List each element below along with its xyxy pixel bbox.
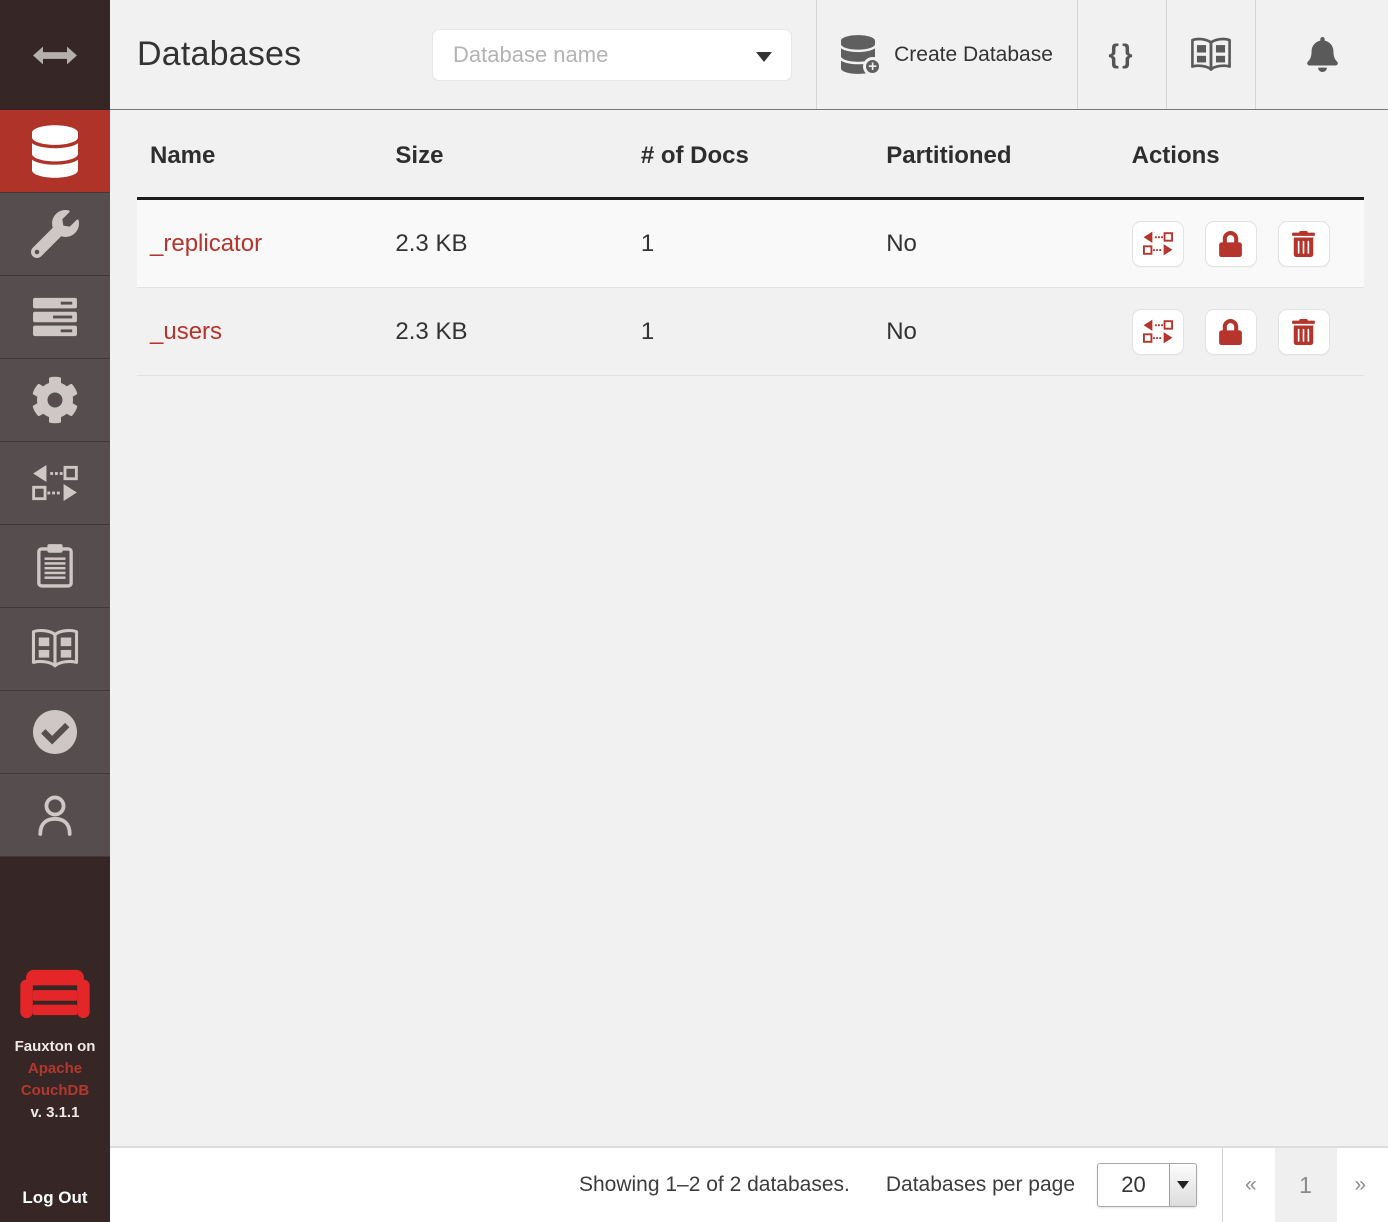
column-header-actions: Actions — [1119, 142, 1364, 170]
branding-version: v. 3.1.1 — [15, 1102, 96, 1124]
bell-icon — [1307, 37, 1338, 72]
create-database-button[interactable]: + Create Database — [816, 0, 1077, 109]
replication-icon — [1143, 319, 1173, 344]
documentation-button[interactable] — [1166, 0, 1255, 109]
servers-icon — [32, 296, 78, 338]
check-circle-icon — [32, 709, 78, 755]
pagination-next-button[interactable]: » — [1354, 1173, 1366, 1197]
sidebar-item-configuration[interactable] — [0, 359, 110, 442]
footer-bar: Showing 1–2 of 2 databases. Databases pe… — [110, 1146, 1388, 1222]
column-header-size: Size — [382, 142, 627, 170]
docs-cell: 1 — [628, 230, 873, 258]
gear-icon — [31, 376, 79, 424]
delete-database-button[interactable] — [1278, 309, 1330, 355]
replication-icon — [1143, 231, 1173, 256]
sidebar-footer: Fauxton on Apache CouchDB v. 3.1.1 Log O… — [0, 968, 110, 1222]
sidebar-collapse-toggle[interactable] — [0, 0, 110, 110]
docs-cell: 1 — [628, 318, 873, 346]
api-url-button[interactable]: {} — [1077, 0, 1166, 109]
replicate-database-button[interactable] — [1132, 309, 1184, 355]
set-permissions-button[interactable] — [1205, 221, 1257, 267]
column-header-name: Name — [137, 142, 382, 170]
select-dropdown-button[interactable] — [1169, 1164, 1196, 1206]
fauxton-app: Fauxton on Apache CouchDB v. 3.1.1 Log O… — [0, 0, 1388, 1222]
per-page-select[interactable]: 20 — [1097, 1163, 1197, 1207]
trash-icon — [1292, 319, 1315, 345]
couchdb-logo-icon[interactable] — [18, 968, 92, 1020]
logout-button[interactable]: Log Out — [22, 1188, 87, 1208]
open-book-icon — [1189, 36, 1233, 74]
branding-line: Apache — [15, 1058, 96, 1080]
table-row: _users 2.3 KB 1 No — [137, 288, 1364, 376]
sidebar-item-verify[interactable] — [0, 691, 110, 774]
partitioned-cell: No — [873, 318, 1118, 346]
partitioned-cell: No — [873, 230, 1118, 258]
lock-icon — [1219, 231, 1242, 257]
database-icon — [32, 125, 78, 178]
databases-table: Name Size # of Docs Partitioned Actions … — [137, 114, 1364, 376]
database-plus-icon: + — [841, 35, 879, 75]
sidebar-item-activetasks[interactable] — [0, 276, 110, 359]
caret-down-icon — [1177, 1181, 1189, 1189]
database-link[interactable]: _replicator — [150, 230, 262, 257]
wrench-icon — [31, 210, 79, 258]
sidebar-branding: Fauxton on Apache CouchDB v. 3.1.1 — [15, 1036, 96, 1124]
sidebar: Fauxton on Apache CouchDB v. 3.1.1 Log O… — [0, 0, 110, 1222]
caret-down-icon — [756, 52, 772, 62]
set-permissions-button[interactable] — [1205, 309, 1257, 355]
topbar-actions: + Create Database {} — [816, 0, 1388, 109]
column-header-docs: # of Docs — [628, 142, 873, 170]
size-cell: 2.3 KB — [382, 318, 627, 346]
notifications-button[interactable] — [1255, 0, 1388, 109]
sidebar-item-account[interactable] — [0, 774, 110, 857]
branding-line: CouchDB — [15, 1080, 96, 1102]
person-icon — [36, 793, 74, 837]
topbar: Databases + Create Database {} — [110, 0, 1388, 110]
json-braces-icon: {} — [1108, 39, 1135, 70]
replicate-database-button[interactable] — [1132, 221, 1184, 267]
table-header-row: Name Size # of Docs Partitioned Actions — [137, 114, 1364, 200]
trash-icon — [1292, 231, 1315, 257]
create-database-label: Create Database — [894, 43, 1053, 67]
per-page-value: 20 — [1098, 1164, 1169, 1206]
page-title: Databases — [137, 35, 432, 74]
column-header-partitioned: Partitioned — [873, 142, 1118, 170]
pagination: « 1 » — [1223, 1148, 1388, 1222]
sidebar-item-setup[interactable] — [0, 193, 110, 276]
database-search-combobox[interactable] — [432, 29, 792, 81]
replication-icon — [32, 464, 78, 502]
sidebar-item-databases[interactable] — [0, 110, 110, 193]
open-book-icon — [30, 627, 80, 671]
per-page-label: Databases per page — [886, 1173, 1075, 1197]
branding-line: Fauxton on — [15, 1036, 96, 1058]
table-row: _replicator 2.3 KB 1 No — [137, 200, 1364, 288]
delete-database-button[interactable] — [1278, 221, 1330, 267]
sidebar-item-documentation[interactable] — [0, 608, 110, 691]
pagination-current-page[interactable]: 1 — [1275, 1148, 1337, 1222]
database-search-input[interactable] — [432, 29, 792, 81]
lock-icon — [1219, 319, 1242, 345]
pagination-prev-button[interactable]: « — [1245, 1173, 1257, 1197]
actions-cell — [1119, 309, 1364, 355]
size-cell: 2.3 KB — [382, 230, 627, 258]
content-area: Name Size # of Docs Partitioned Actions … — [110, 110, 1388, 1146]
main-area: Databases + Create Database {} — [110, 0, 1388, 1222]
resize-horizontal-icon — [32, 45, 78, 66]
sidebar-item-documents[interactable] — [0, 525, 110, 608]
sidebar-item-replication[interactable] — [0, 442, 110, 525]
actions-cell — [1119, 221, 1364, 267]
showing-count-text: Showing 1–2 of 2 databases. — [579, 1173, 850, 1197]
clipboard-icon — [36, 543, 74, 589]
database-link[interactable]: _users — [150, 318, 222, 345]
